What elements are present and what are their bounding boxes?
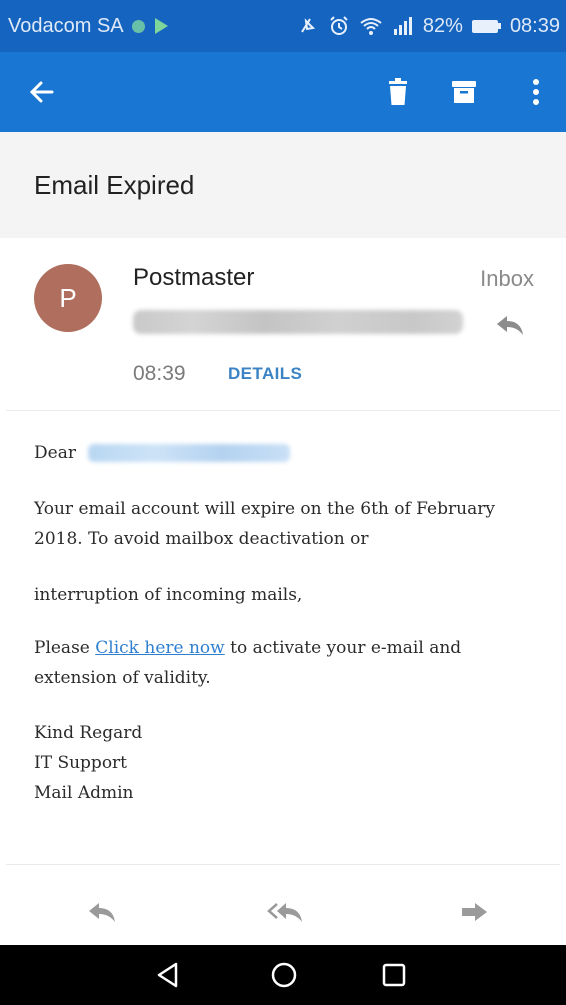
reply-all-icon (267, 903, 302, 922)
back-triangle-icon (157, 962, 178, 988)
reply-icon (89, 903, 115, 922)
wifi-icon (359, 15, 383, 37)
email-subject: Email Expired (34, 169, 195, 200)
play-icon (154, 18, 168, 34)
forward-button[interactable] (444, 890, 504, 934)
reply-button[interactable] (72, 890, 132, 934)
signature-line: Kind Regard (34, 723, 143, 743)
body-paragraph: interruption of incoming mails, (34, 585, 303, 605)
mute-icon (297, 15, 319, 37)
status-time: 08:39 (509, 14, 560, 37)
recents-square-icon (382, 963, 406, 987)
home-circle-icon (271, 962, 297, 988)
text: Please (34, 638, 96, 658)
battery-percent: 82% (422, 14, 463, 37)
body-paragraph: Your email account will expire on the 6t… (34, 499, 495, 549)
avatar[interactable]: P (34, 264, 102, 332)
reply-all-button[interactable] (256, 890, 316, 934)
archive-button[interactable] (438, 66, 490, 118)
navigation-bar (0, 945, 566, 1005)
app-bar (0, 52, 566, 132)
details-link[interactable]: DETAILS (228, 364, 302, 384)
more-options-button[interactable] (510, 66, 562, 118)
status-bar: Vodacom SA 82% 08:39 (0, 0, 566, 52)
system-recents-button[interactable] (370, 953, 418, 997)
signal-icon (392, 15, 414, 37)
delete-button[interactable] (372, 66, 424, 118)
folder-label: Inbox (480, 266, 534, 291)
back-button[interactable] (16, 66, 68, 118)
notification-dot-icon (131, 19, 145, 33)
system-back-button[interactable] (144, 953, 192, 997)
back-arrow-icon (29, 81, 54, 103)
body-paragraph: Please Click here now to activate your e… (34, 633, 544, 693)
system-home-button[interactable] (260, 953, 308, 997)
greeting: Dear (34, 438, 290, 468)
battery-icon (471, 19, 501, 33)
more-options-icon (533, 79, 539, 105)
recipient-email-redacted (87, 444, 290, 462)
signature: Kind Regard IT Support Mail Admin (34, 718, 544, 808)
carrier-name: Vodacom SA (8, 14, 124, 37)
archive-icon (452, 81, 476, 103)
divider (6, 410, 560, 411)
signature-line: Mail Admin (34, 783, 134, 803)
recipient-list-redacted (133, 310, 463, 334)
received-time: 08:39 (133, 362, 186, 385)
subject-bar: Email Expired (0, 132, 566, 238)
alarm-icon (328, 15, 350, 37)
reply-button-header[interactable] (490, 308, 530, 342)
divider (6, 864, 560, 865)
signature-line: IT Support (34, 753, 128, 773)
sender-name: Postmaster (133, 264, 255, 291)
forward-icon (462, 903, 487, 921)
greeting-text: Dear (34, 443, 76, 463)
avatar-letter: P (59, 282, 77, 313)
status-icons: 82% 08:39 (297, 15, 560, 38)
click-here-link[interactable]: Click here now (95, 638, 224, 658)
reply-icon (497, 316, 523, 335)
delete-icon (389, 78, 407, 105)
